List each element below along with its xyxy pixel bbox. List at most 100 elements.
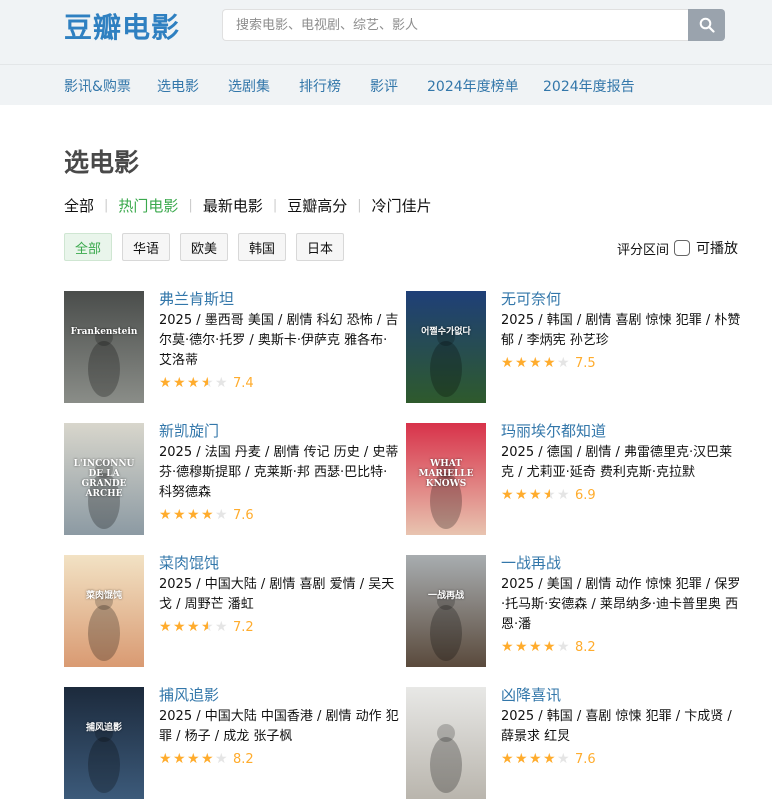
movie-info: 凶降喜讯 2025 / 韩国 / 喜剧 惊悚 犯罪 / 卞成贤 / 薛景求 红炅 ★… [501, 686, 741, 768]
star-icon: ★ [173, 375, 186, 391]
movie-rating: ★★★★★ 6.9 [501, 486, 741, 504]
tag-top-rated[interactable]: 豆瓣高分 [287, 195, 347, 216]
star-icon: ★ [159, 751, 172, 767]
movie-poster[interactable]: WHAT MARIELLE KNOWS [406, 423, 486, 535]
star-icon: ★ [173, 507, 186, 523]
playable-label: 可播放 [696, 241, 738, 257]
movie-poster[interactable]: L'INCONNU DE LA GRANDE ARCHE [64, 423, 144, 535]
star-icon: ★ [515, 487, 528, 503]
nav-item-charts[interactable]: 排行榜 [299, 76, 341, 96]
star-rating: ★★★★★ [501, 356, 571, 370]
star-icon: ★ [187, 375, 200, 391]
playable-checkbox[interactable] [674, 240, 690, 256]
site-logo[interactable]: 豆瓣电影 [64, 6, 180, 46]
star-icon: ★ [501, 355, 514, 371]
category-tags: 全部 | 热门电影 | 最新电影 | 豆瓣高分 | 冷门佳片 [64, 195, 432, 216]
movie-rating: ★★★★★ 7.6 [501, 750, 741, 768]
star-icon: ★ [173, 751, 186, 767]
movie-card[interactable]: 一战再战 一战再战 2025 / 美国 / 剧情 动作 惊悚 犯罪 / 保罗·托马斯… [406, 554, 746, 671]
movie-title[interactable]: 弗兰肯斯坦 [159, 290, 399, 308]
star-icon: ★ [501, 487, 514, 503]
star-icon: ★ [529, 639, 542, 655]
movie-score: 8.2 [233, 751, 254, 767]
nav-item-2024-report[interactable]: 2024年度报告 [543, 76, 635, 96]
rating-range-filter[interactable]: 评分区间 [617, 239, 669, 258]
main-nav: 影讯&购票 选电影 选剧集 排行榜 影评 2024年度榜单 2024年度报告 [0, 64, 772, 105]
movie-poster[interactable]: Frankenstein [64, 291, 144, 403]
filter-western[interactable]: 欧美 [180, 233, 228, 261]
movie-poster[interactable] [406, 687, 486, 799]
movie-meta: 2025 / 美国 / 剧情 动作 惊悚 犯罪 / 保罗·托马斯·安德森 / 莱… [501, 577, 741, 632]
star-icon: ★ [201, 375, 214, 391]
tag-hidden-gems[interactable]: 冷门佳片 [372, 195, 432, 216]
poster-title-text: L'INCONNU DE LA GRANDE ARCHE [73, 459, 135, 499]
nav-item-reviews[interactable]: 影评 [370, 76, 398, 96]
nav-item-movies[interactable]: 选电影 [157, 76, 199, 96]
movie-card[interactable]: 어쩔수가없다 无可奈何 2025 / 韩国 / 剧情 喜剧 惊悚 犯罪 / 朴赞郁 … [406, 290, 746, 407]
poster-title-text: 一战再战 [427, 591, 464, 601]
movie-poster[interactable]: 어쩔수가없다 [406, 291, 486, 403]
star-icon: ★ [215, 751, 228, 767]
movie-score: 7.5 [575, 355, 596, 371]
nav-item-tv[interactable]: 选剧集 [228, 76, 270, 96]
star-rating: ★★★★★ [159, 376, 229, 390]
movie-info: 一战再战 2025 / 美国 / 剧情 动作 惊悚 犯罪 / 保罗·托马斯·安德森… [501, 554, 741, 656]
search-button[interactable] [688, 9, 725, 41]
star-icon: ★ [173, 619, 186, 635]
movie-card[interactable]: WHAT MARIELLE KNOWS 玛丽埃尔都知道 2025 / 德国 / 剧情… [406, 422, 746, 539]
poster-title-text: 菜肉馄饨 [85, 591, 122, 601]
movie-meta: 2025 / 德国 / 剧情 / 弗雷德里克·汉巴莱克 / 尤莉亚·延奇 费利克… [501, 445, 733, 480]
tag-separator: | [272, 198, 278, 213]
movie-title[interactable]: 一战再战 [501, 554, 741, 572]
star-icon: ★ [215, 619, 228, 635]
movie-card[interactable]: 凶降喜讯 2025 / 韩国 / 喜剧 惊悚 犯罪 / 卞成贤 / 薛景求 红炅 ★… [406, 686, 746, 803]
movie-meta: 2025 / 墨西哥 美国 / 剧情 科幻 恐怖 / 吉尔莫·德尔·托罗 / 奥… [159, 313, 399, 368]
movie-card[interactable]: 菜肉馄饨 菜肉馄饨 2025 / 中国大陆 / 剧情 喜剧 爱情 / 吴天戈 / 周… [64, 554, 404, 671]
poster-title-text: 捕风追影 [85, 723, 122, 733]
poster-title-text: Frankenstein [70, 327, 138, 337]
star-icon: ★ [543, 355, 556, 371]
star-icon: ★ [201, 619, 214, 635]
playable-toggle[interactable]: 可播放 [674, 238, 738, 258]
filter-all[interactable]: 全部 [64, 233, 112, 261]
star-icon: ★ [501, 751, 514, 767]
movie-info: 弗兰肯斯坦 2025 / 墨西哥 美国 / 剧情 科幻 恐怖 / 吉尔莫·德尔·托… [159, 290, 399, 392]
movie-score: 7.4 [233, 375, 254, 391]
nav-item-showtimes[interactable]: 影讯&购票 [64, 76, 131, 96]
movie-poster[interactable]: 菜肉馄饨 [64, 555, 144, 667]
filter-japanese[interactable]: 日本 [296, 233, 344, 261]
star-icon: ★ [515, 639, 528, 655]
movie-title[interactable]: 玛丽埃尔都知道 [501, 422, 741, 440]
search-input[interactable] [222, 9, 688, 41]
star-rating: ★★★★★ [501, 752, 571, 766]
movie-poster[interactable]: 一战再战 [406, 555, 486, 667]
movie-score: 7.2 [233, 619, 254, 635]
movie-poster[interactable]: 捕风追影 [64, 687, 144, 799]
movie-title[interactable]: 无可奈何 [501, 290, 741, 308]
filter-korean[interactable]: 韩国 [238, 233, 286, 261]
tag-all[interactable]: 全部 [64, 195, 94, 216]
movie-card[interactable]: Frankenstein 弗兰肯斯坦 2025 / 墨西哥 美国 / 剧情 科幻 恐… [64, 290, 404, 407]
star-icon: ★ [159, 375, 172, 391]
movie-title[interactable]: 菜肉馄饨 [159, 554, 399, 572]
movie-card[interactable]: 捕风追影 捕风追影 2025 / 中国大陆 中国香港 / 剧情 动作 犯罪 / 杨子… [64, 686, 404, 803]
filter-chinese[interactable]: 华语 [122, 233, 170, 261]
star-icon: ★ [557, 639, 570, 655]
movie-title[interactable]: 新凯旋门 [159, 422, 399, 440]
star-icon: ★ [515, 751, 528, 767]
tag-hot[interactable]: 热门电影 [118, 195, 178, 216]
movie-score: 7.6 [233, 507, 254, 523]
star-icon: ★ [187, 751, 200, 767]
star-icon: ★ [515, 355, 528, 371]
star-icon: ★ [159, 619, 172, 635]
nav-item-2024-list[interactable]: 2024年度榜单 [427, 76, 519, 96]
movie-title[interactable]: 凶降喜讯 [501, 686, 741, 704]
movie-title[interactable]: 捕风追影 [159, 686, 399, 704]
movie-card[interactable]: L'INCONNU DE LA GRANDE ARCHE 新凯旋门 2025 / 法… [64, 422, 404, 539]
poster-title-text: WHAT MARIELLE KNOWS [418, 459, 474, 489]
tag-latest[interactable]: 最新电影 [203, 195, 263, 216]
movie-meta: 2025 / 法国 丹麦 / 剧情 传记 历史 / 史蒂芬·德穆斯提耶 / 克莱… [159, 445, 399, 500]
movie-info: 新凯旋门 2025 / 法国 丹麦 / 剧情 传记 历史 / 史蒂芬·德穆斯提耶 … [159, 422, 399, 524]
movie-info: 玛丽埃尔都知道 2025 / 德国 / 剧情 / 弗雷德里克·汉巴莱克 / 尤莉亚… [501, 422, 741, 504]
poster-title-text: 어쩔수가없다 [421, 327, 471, 337]
